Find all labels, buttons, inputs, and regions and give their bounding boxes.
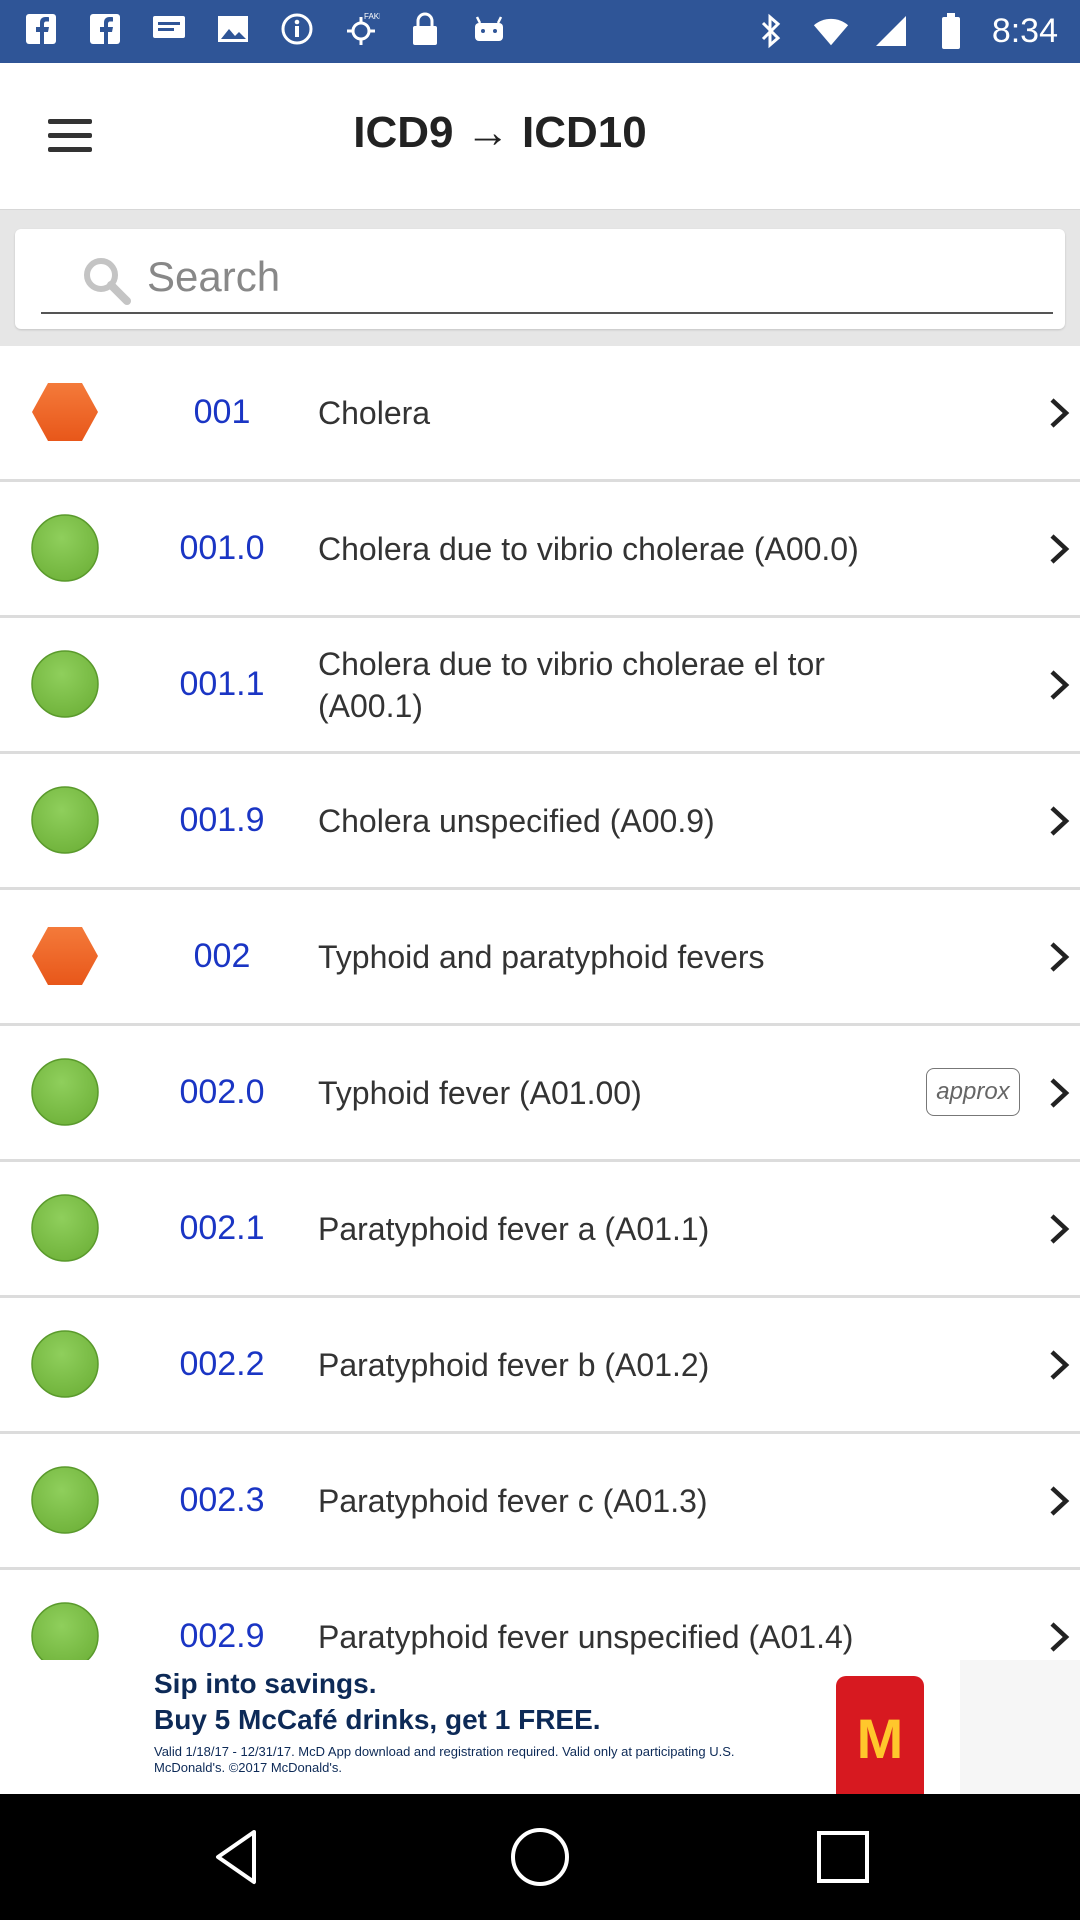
circle-badge-icon bbox=[31, 786, 99, 854]
circle-badge-icon bbox=[31, 1466, 99, 1534]
home-icon[interactable] bbox=[507, 1824, 573, 1890]
list-item[interactable]: 001.9 Cholera unspecified (A00.9) bbox=[0, 754, 1080, 890]
icd9-code: 001.9 bbox=[179, 801, 265, 839]
chevron-right-icon bbox=[1050, 1486, 1070, 1516]
chevron-right-icon bbox=[1050, 398, 1070, 428]
image-icon bbox=[214, 10, 252, 48]
logo-letter: M bbox=[856, 1707, 904, 1770]
clock: 8:34 bbox=[991, 12, 1058, 50]
list-item[interactable]: 002.1 Paratyphoid fever a (A01.1) bbox=[0, 1162, 1080, 1298]
search-input[interactable] bbox=[145, 247, 1029, 307]
info-icon bbox=[278, 10, 316, 48]
list-item[interactable]: 002.0 Typhoid fever (A01.00) approx bbox=[0, 1026, 1080, 1162]
icd-code-list: 001 Cholera 001.0 Cholera due to vibrio … bbox=[0, 346, 1080, 1706]
icd9-code: 002.1 bbox=[179, 1209, 265, 1247]
system-icons: 8:34 bbox=[752, 10, 1058, 52]
circle-badge-icon bbox=[31, 1194, 99, 1262]
navigation-bar bbox=[0, 1794, 1080, 1920]
chevron-right-icon bbox=[1050, 670, 1070, 700]
list-item[interactable]: 001.1 Cholera due to vibrio cholerae el … bbox=[0, 618, 1080, 754]
code-description: Cholera due to vibrio cholerae (A00.0) bbox=[318, 530, 859, 567]
ad-content[interactable]: Sip into savings. Buy 5 McCafé drinks, g… bbox=[0, 1660, 960, 1794]
fake-gps-icon: FAKE bbox=[342, 10, 380, 48]
list-item[interactable]: 002 Typhoid and paratyphoid fevers bbox=[0, 890, 1080, 1026]
code-description: Cholera due to vibrio cholerae el tor (A… bbox=[318, 645, 825, 724]
ad-headline: Sip into savings. bbox=[154, 1668, 377, 1699]
code-description: Paratyphoid fever c (A01.3) bbox=[318, 1482, 708, 1519]
mcdonalds-logo-icon: M bbox=[836, 1676, 924, 1794]
signal-icon bbox=[872, 12, 910, 50]
icd9-code: 002 bbox=[193, 937, 251, 975]
chevron-right-icon bbox=[1050, 942, 1070, 972]
circle-badge-icon bbox=[31, 514, 99, 582]
list-item[interactable]: 002.2 Paratyphoid fever b (A01.2) bbox=[0, 1298, 1080, 1434]
list-item[interactable]: 001 Cholera bbox=[0, 346, 1080, 482]
status-bar: FAKE 8:34 bbox=[0, 0, 1080, 63]
hexagon-badge-icon bbox=[32, 383, 98, 441]
code-description: Cholera unspecified (A00.9) bbox=[318, 802, 715, 839]
lock-icon bbox=[406, 10, 444, 48]
wifi-icon bbox=[812, 12, 850, 50]
svg-text:FAKE: FAKE bbox=[364, 12, 380, 21]
code-description: Typhoid and paratyphoid fevers bbox=[318, 938, 765, 975]
search-bar-container bbox=[0, 210, 1080, 346]
circle-badge-icon bbox=[31, 650, 99, 718]
back-icon[interactable] bbox=[206, 1824, 272, 1890]
battery-icon bbox=[932, 12, 970, 50]
search-icon bbox=[84, 258, 131, 305]
list-item[interactable]: 002.3 Paratyphoid fever c (A01.3) bbox=[0, 1434, 1080, 1570]
approx-badge: approx bbox=[926, 1068, 1020, 1116]
list-item[interactable]: 001.0 Cholera due to vibrio cholerae (A0… bbox=[0, 482, 1080, 618]
chevron-right-icon bbox=[1050, 806, 1070, 836]
notification-icons: FAKE bbox=[22, 10, 508, 48]
chevron-right-icon bbox=[1050, 534, 1070, 564]
page-title: ICD9 → ICD10 bbox=[353, 108, 647, 157]
ad-offer: Buy 5 McCafé drinks, get 1 FREE. bbox=[154, 1704, 601, 1735]
hexagon-badge-icon bbox=[32, 927, 98, 985]
search-underline bbox=[41, 312, 1053, 314]
icd9-code: 002.3 bbox=[179, 1481, 265, 1519]
bluetooth-icon bbox=[752, 12, 790, 50]
icd9-code: 001.1 bbox=[179, 665, 265, 703]
chevron-right-icon bbox=[1050, 1214, 1070, 1244]
facebook-icon bbox=[86, 10, 124, 48]
message-icon bbox=[150, 10, 188, 48]
circle-badge-icon bbox=[31, 1058, 99, 1126]
code-description: Paratyphoid fever b (A01.2) bbox=[318, 1346, 710, 1383]
icd9-code: 002.0 bbox=[179, 1073, 265, 1111]
ad-banner[interactable]: Sip into savings. Buy 5 McCafé drinks, g… bbox=[0, 1660, 1080, 1794]
app-bar: ICD9 → ICD10 bbox=[0, 63, 1080, 211]
code-description: Cholera bbox=[318, 394, 431, 431]
chevron-right-icon bbox=[1050, 1622, 1070, 1652]
circle-badge-icon bbox=[31, 1330, 99, 1398]
android-icon bbox=[470, 10, 508, 48]
code-description: Typhoid fever (A01.00) bbox=[318, 1074, 642, 1111]
chevron-right-icon bbox=[1050, 1350, 1070, 1380]
icd9-code: 002.2 bbox=[179, 1345, 265, 1383]
code-description: Paratyphoid fever a (A01.1) bbox=[318, 1210, 710, 1247]
recents-icon[interactable] bbox=[810, 1824, 876, 1890]
icd9-code: 001 bbox=[193, 393, 251, 431]
chevron-right-icon bbox=[1050, 1078, 1070, 1108]
search-box bbox=[15, 229, 1065, 329]
icd9-code: 001.0 bbox=[179, 529, 265, 567]
facebook-icon bbox=[22, 10, 60, 48]
ad-fine-print: Valid 1/18/17 - 12/31/17. McD App downlo… bbox=[154, 1744, 735, 1775]
